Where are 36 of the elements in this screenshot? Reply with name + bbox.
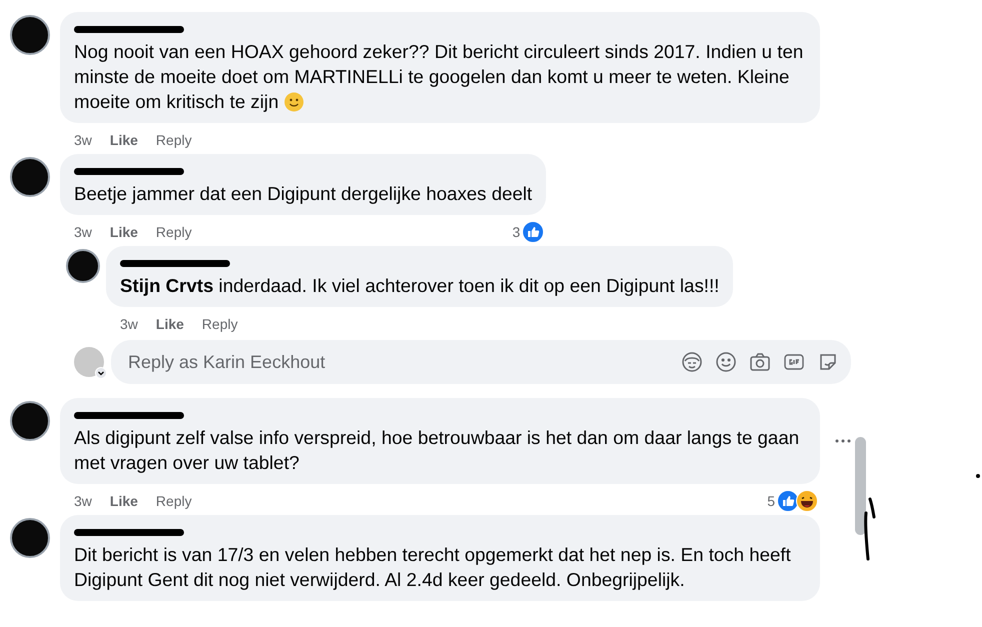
avatar[interactable] — [66, 249, 100, 283]
scrollbar-thumb[interactable] — [855, 437, 866, 535]
avatar[interactable] — [10, 157, 50, 197]
reply-link[interactable]: Reply — [156, 224, 192, 240]
reply-field[interactable]: Reply as Karin Eeckhout — [111, 340, 851, 384]
avatar[interactable] — [10, 401, 50, 441]
reply-input[interactable]: Reply as Karin Eeckhout — [126, 350, 681, 374]
avatar[interactable] — [10, 15, 50, 55]
thumbs-up-icon — [522, 221, 544, 243]
comment-time: 3w — [120, 316, 138, 332]
thumbs-up-icon — [777, 490, 799, 512]
like-link[interactable]: Like — [110, 493, 138, 509]
chevron-down-icon[interactable] — [95, 367, 107, 379]
comment-time: 3w — [74, 224, 92, 240]
reaction-count[interactable]: 3 — [512, 224, 520, 240]
reply-link[interactable]: Reply — [156, 493, 192, 509]
comment-text: Stijn Crvts inderdaad. Ik viel achterover toen ik dit op een Digipunt las!!! — [120, 274, 720, 298]
laughing-emoji-icon — [796, 490, 818, 512]
like-link[interactable]: Like — [110, 224, 138, 240]
reply-link[interactable]: Reply — [202, 316, 238, 332]
like-link[interactable]: Like — [110, 132, 138, 148]
dot-mark — [976, 474, 980, 478]
comment-text: Dit bericht is van 17/3 en velen hebben terecht opgemerkt dat het nep is. En toch heeft Digipunt Gent dit nog niet verwijderd. Al 2.4d keer gedeeld. Onbegrijpelijk. — [74, 543, 792, 592]
more-options-icon[interactable] — [835, 439, 851, 443]
smiley-icon[interactable] — [715, 351, 737, 373]
comment-time: 3w — [74, 493, 92, 509]
comment-time: 3w — [74, 132, 92, 148]
avatar[interactable] — [10, 518, 50, 558]
reaction-count[interactable]: 5 — [767, 493, 775, 509]
comment-text: Nog nooit van een HOAX gehoord zeker?? Dit bericht circuleert sinds 2017. Indien u ten minste de moeite doet om MARTINELLi te googelen dan komt u meer te weten. Kleine moeite om kritisch te zijn — [74, 40, 804, 114]
comment-text: Beetje jammer dat een Digipunt dergelijke hoaxes deelt — [74, 182, 532, 206]
like-link[interactable]: Like — [156, 316, 184, 332]
camera-icon[interactable] — [749, 351, 771, 373]
avatar-sticker-icon[interactable] — [681, 351, 703, 373]
comment-text: Als digipunt zelf valse info verspreid, hoe betrouwbaar is het dan om daar langs te gaan met vragen over uw tablet? — [74, 426, 800, 475]
reply-link[interactable]: Reply — [156, 132, 192, 148]
